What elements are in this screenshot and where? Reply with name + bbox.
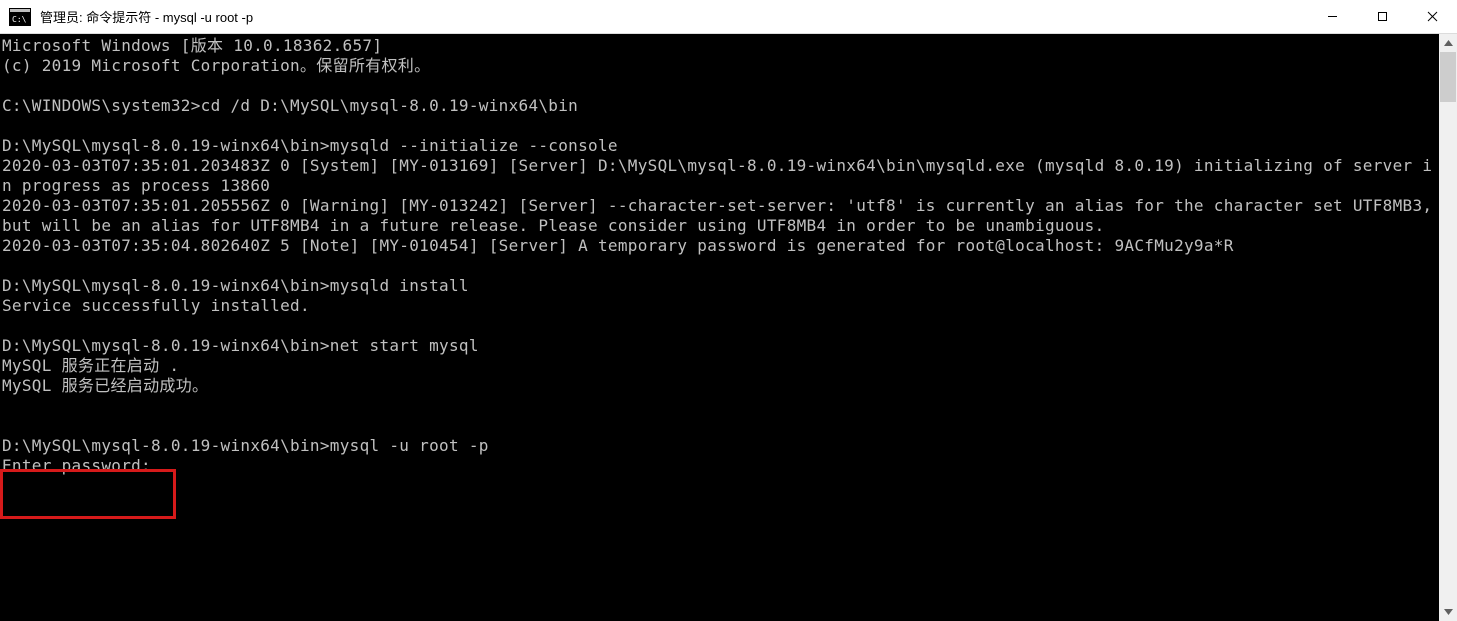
terminal-line: D:\MySQL\mysql-8.0.19-winx64\bin>mysqld … bbox=[2, 136, 1437, 156]
terminal-line bbox=[2, 316, 1437, 336]
minimize-button[interactable] bbox=[1307, 0, 1357, 33]
scroll-thumb[interactable] bbox=[1440, 52, 1456, 102]
scroll-up-arrow[interactable] bbox=[1439, 34, 1457, 52]
terminal-line: (c) 2019 Microsoft Corporation。保留所有权利。 bbox=[2, 56, 1437, 76]
scroll-down-arrow[interactable] bbox=[1439, 603, 1457, 621]
terminal-line: 2020-03-03T07:35:04.802640Z 5 [Note] [MY… bbox=[2, 236, 1437, 256]
close-button[interactable] bbox=[1407, 0, 1457, 33]
titlebar-left: C:\ 管理员: 命令提示符 - mysql -u root -p bbox=[0, 0, 253, 33]
terminal-line: 2020-03-03T07:35:01.205556Z 0 [Warning] … bbox=[2, 196, 1437, 236]
window-titlebar: C:\ 管理员: 命令提示符 - mysql -u root -p bbox=[0, 0, 1457, 34]
terminal-line bbox=[2, 116, 1437, 136]
terminal-line: Microsoft Windows [版本 10.0.18362.657] bbox=[2, 36, 1437, 56]
svg-text:C:\: C:\ bbox=[12, 15, 27, 24]
maximize-button[interactable] bbox=[1357, 0, 1407, 33]
terminal-line bbox=[2, 76, 1437, 96]
terminal-line: MySQL 服务已经启动成功。 bbox=[2, 376, 1437, 396]
terminal-line bbox=[2, 256, 1437, 276]
terminal-line: Enter password: bbox=[2, 456, 1437, 476]
terminal-output[interactable]: Microsoft Windows [版本 10.0.18362.657](c)… bbox=[0, 34, 1439, 621]
window-title: 管理员: 命令提示符 - mysql -u root -p bbox=[40, 7, 253, 26]
terminal-line: C:\WINDOWS\system32>cd /d D:\MySQL\mysql… bbox=[2, 96, 1437, 116]
terminal-line: D:\MySQL\mysql-8.0.19-winx64\bin>mysqld … bbox=[2, 276, 1437, 296]
terminal-line: Service successfully installed. bbox=[2, 296, 1437, 316]
vertical-scrollbar[interactable] bbox=[1439, 34, 1457, 621]
window-controls bbox=[1307, 0, 1457, 33]
terminal-line: MySQL 服务正在启动 . bbox=[2, 356, 1437, 376]
terminal-line bbox=[2, 416, 1437, 436]
terminal-line: D:\MySQL\mysql-8.0.19-winx64\bin>net sta… bbox=[2, 336, 1437, 356]
cmd-icon: C:\ bbox=[6, 6, 34, 28]
terminal-line: 2020-03-03T07:35:01.203483Z 0 [System] [… bbox=[2, 156, 1437, 196]
terminal-line: D:\MySQL\mysql-8.0.19-winx64\bin>mysql -… bbox=[2, 436, 1437, 456]
terminal-wrap: Microsoft Windows [版本 10.0.18362.657](c)… bbox=[0, 34, 1457, 621]
terminal-line bbox=[2, 396, 1437, 416]
scroll-track[interactable] bbox=[1439, 52, 1457, 603]
